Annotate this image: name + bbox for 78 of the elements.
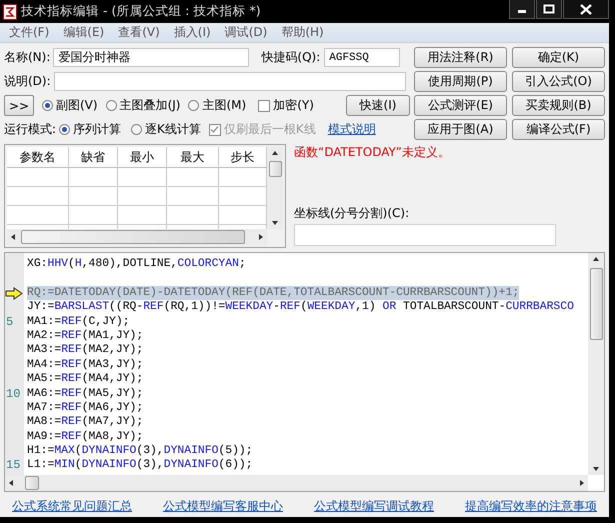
menu-item[interactable]: 插入(I) [166,24,218,41]
menu-item[interactable]: 帮助(H) [274,24,331,41]
radio-label: 主图(M) [202,97,246,114]
side-button[interactable]: 编译公式(F) [512,119,605,140]
close-button[interactable] [563,0,609,19]
radio-dot[interactable] [59,124,70,135]
code-line: XG:HHV(H,480),DOTLINE,COLORCYAN; [27,257,246,272]
menu-item[interactable]: 查看(V) [111,24,167,41]
menu-item[interactable]: 编辑(E) [56,24,112,41]
window-title: 技术指标编辑 - (所属公式组 : 技术指标 *) [21,3,261,20]
code-line: MA4:=REF(MA3,JY); [27,358,144,372]
side-button[interactable]: 用法注释(R) [414,47,507,68]
maximize-icon [543,4,555,14]
radio-label: 逐K线计算 [145,121,201,138]
code-line: MA6:=REF(MA5,JY); [27,386,144,401]
help-link[interactable]: 提高编写效率的注意事项 [465,498,597,515]
axis-lines-label: 坐标线(分号分割)(C): [294,205,410,222]
horizontal-scrollbar[interactable] [5,475,588,491]
menu-item[interactable]: 调试(D) [218,24,274,41]
radio-dot[interactable] [188,100,200,111]
checkbox[interactable] [258,100,270,112]
radio-label: 副图(V) [56,97,98,114]
checkbox-label: 加密(Y) [273,97,314,114]
minimize-button[interactable] [509,0,535,19]
formula-icon [3,4,17,20]
expand-button[interactable]: >> [4,95,34,116]
column-header: 最大 [167,147,219,168]
vertical-scrollbar[interactable] [588,253,604,475]
radio-dot[interactable] [131,124,142,135]
side-button[interactable]: 应用于图(A) [414,119,507,140]
column-header: 参数名 [7,147,69,168]
side-button[interactable]: 引入公式(O) [512,71,605,92]
scrollbar-thumb[interactable] [268,161,282,177]
code-line: MA1:=REF(C,JY); [27,314,130,329]
close-icon [580,4,592,14]
radio-label: 序列计算 [73,121,122,138]
scrollbar-thumb[interactable] [590,268,602,340]
maximize-button[interactable] [536,0,562,19]
radio-label: 主图叠加(J) [120,97,180,114]
vertical-scrollbar[interactable] [267,147,283,229]
shortcut-label: 快捷码(Q): [261,49,320,66]
scrollbar-thumb[interactable] [25,476,39,490]
radio-dot[interactable] [106,100,117,111]
error-arrow-icon [5,286,23,300]
code-line: MA8:=REF(MA7,JY); [27,415,144,430]
code-line: JY:=BARSLAST((RQ-REF(RQ,1))!=WEEKDAY-REF(WEEKDAY,1) OR TOTALBARSCOUNT-CURRBARSCO [27,300,574,315]
side-button[interactable]: 买卖规则(B) [512,95,605,116]
side-button[interactable]: 公式测评(E) [414,95,507,116]
help-link[interactable]: 公式模型编写调试教程 [314,498,434,515]
code-line: MA9:=REF(MA8,JY); [27,430,144,444]
code-line: L1:=MIN(DYNAINFO(3),DYNAINFO(6)); [27,458,253,473]
checkbox-label: 仅刷最后一根K线 [224,121,316,138]
code-line: MA7:=REF(MA6,JY); [27,400,144,416]
code-line: MA2:=REF(MA1,JY); [27,328,144,344]
mode-help-link[interactable]: 模式说明 [328,121,376,138]
name-field[interactable]: 爱国分时神器 [53,48,250,67]
shortcut-field[interactable]: AGFSSQ [324,48,400,67]
side-button[interactable]: 使用周期(P) [414,71,507,92]
axis-lines-field[interactable] [294,224,556,246]
menu-item[interactable]: 文件(F) [2,24,56,41]
column-header: 最小 [118,147,167,168]
error-message: 函数“DATETODAY”未定义。 [294,144,451,161]
radio-dot[interactable] [42,100,53,111]
description-field[interactable] [54,72,406,91]
scrollbar-thumb[interactable] [21,230,245,244]
description-label: 说明(D): [4,73,51,90]
help-link[interactable]: 公式模型编写客服中心 [163,498,283,515]
quick-button[interactable]: 快速(I) [346,95,410,116]
horizontal-scrollbar[interactable] [7,229,267,245]
code-line: H1:=MAX(DYNAINFO(3),DYNAINFO(5)); [27,444,253,458]
name-label: 名称(N): [4,49,50,66]
column-header: 缺省 [69,147,118,168]
code-line: MA5:=REF(MA4,JY); [27,372,144,387]
side-button[interactable]: 确定(K) [512,47,605,68]
help-link[interactable]: 公式系统常见问题汇总 [12,498,132,515]
code-line: MA3:=REF(MA2,JY); [27,343,144,358]
column-header: 步长 [219,147,267,168]
run-mode-label: 运行模式: [4,121,56,138]
